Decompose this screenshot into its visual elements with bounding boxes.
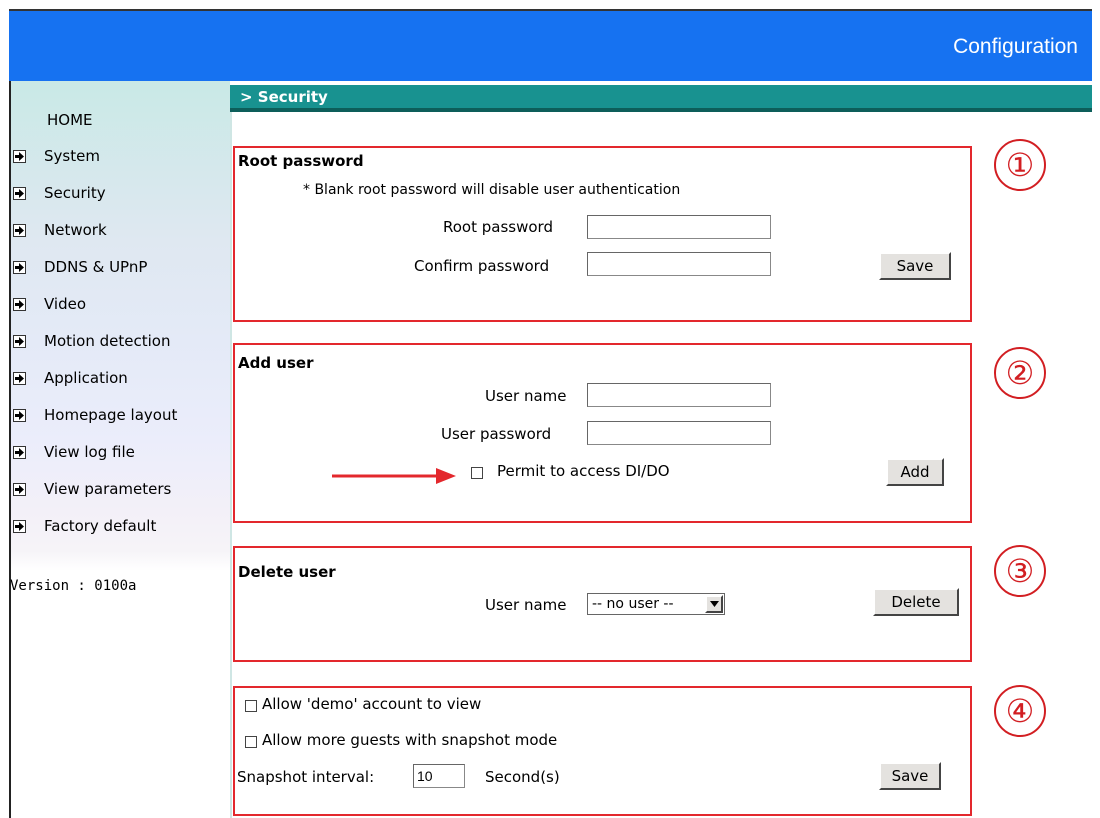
sidebar-item-label: Factory default <box>44 517 157 535</box>
allow-demo-label: Allow 'demo' account to view <box>262 695 482 713</box>
sidebar-item-video[interactable]: Video <box>13 292 86 316</box>
arrow-right-icon <box>13 519 26 533</box>
sidebar-item-factory-default[interactable]: Factory default <box>13 514 156 538</box>
delete-user-section: Delete user User name -- no user -- Dele… <box>233 546 972 662</box>
annotation-marker-4: ④ <box>994 685 1046 737</box>
allow-guests-label: Allow more guests with snapshot mode <box>262 731 558 749</box>
annotation-marker-2: ② <box>994 347 1046 399</box>
breadcrumb-label: > Security <box>240 88 328 106</box>
annotation-arrow-icon <box>332 468 456 484</box>
guest-save-button[interactable]: Save <box>879 762 941 790</box>
arrow-right-icon <box>13 334 26 348</box>
allow-guests-checkbox[interactable] <box>245 736 257 748</box>
user-password-input[interactable] <box>587 421 771 445</box>
delete-user-button[interactable]: Delete <box>873 588 959 616</box>
permit-dido-label: Permit to access DI/DO <box>497 462 670 480</box>
sidebar-item-label: Video <box>44 295 87 313</box>
sidebar-item-label: View log file <box>44 443 135 461</box>
user-password-label: User password <box>441 425 552 443</box>
allow-demo-checkbox[interactable] <box>245 700 257 712</box>
version-label: Version : 0100a <box>10 578 137 594</box>
snapshot-interval-unit: Second(s) <box>485 768 560 786</box>
sidebar-item-label: Homepage layout <box>44 406 178 424</box>
arrow-right-icon <box>13 482 26 496</box>
breadcrumb: > Security <box>230 85 1092 112</box>
arrow-right-icon <box>13 445 26 459</box>
sidebar-item-view-log-file[interactable]: View log file <box>13 440 135 464</box>
arrow-right-icon <box>13 260 26 274</box>
arrow-right-icon <box>13 186 26 200</box>
sidebar-item-homepage-layout[interactable]: Homepage layout <box>13 403 177 427</box>
sidebar-item-label: Network <box>44 221 107 239</box>
confirm-password-label: Confirm password <box>414 257 550 275</box>
guest-options-section: Allow 'demo' account to view Allow more … <box>233 686 972 816</box>
sidebar-item-motion-detection[interactable]: Motion detection <box>13 329 170 353</box>
sidebar-item-network[interactable]: Network <box>13 218 107 242</box>
snapshot-interval-label: Snapshot interval: <box>237 768 375 786</box>
sidebar-item-label: System <box>44 147 100 165</box>
sidebar-home-link[interactable]: HOME <box>47 111 93 129</box>
user-name-input[interactable] <box>587 383 771 407</box>
content-divider <box>230 112 232 818</box>
sidebar-item-security[interactable]: Security <box>13 181 106 205</box>
annotation-marker-1: ① <box>994 139 1046 191</box>
add-user-heading: Add user <box>238 354 314 372</box>
user-name-label: User name <box>485 387 567 405</box>
annotation-marker-3: ③ <box>994 545 1046 597</box>
arrow-right-icon <box>13 149 26 163</box>
page-title: Configuration <box>953 35 1078 58</box>
arrow-right-icon <box>13 371 26 385</box>
arrow-right-icon <box>13 297 26 311</box>
add-user-button[interactable]: Add <box>886 458 944 486</box>
sidebar-item-label: Motion detection <box>44 332 171 350</box>
arrow-right-icon <box>13 408 26 422</box>
sidebar-item-label: Security <box>44 184 106 202</box>
sidebar-item-view-parameters[interactable]: View parameters <box>13 477 171 501</box>
confirm-password-input[interactable] <box>587 252 771 276</box>
sidebar-item-label: Application <box>44 369 128 387</box>
arrow-right-icon <box>13 223 26 237</box>
add-user-section: Add user User name User password Permit … <box>233 343 972 523</box>
user-select-value: -- no user -- <box>592 596 674 612</box>
sidebar-item-label: DDNS & UPnP <box>44 258 148 276</box>
root-password-save-button[interactable]: Save <box>879 252 951 280</box>
delete-user-heading: Delete user <box>238 563 336 581</box>
user-select[interactable]: -- no user -- <box>587 593 725 615</box>
sidebar-item-ddns-upnp[interactable]: DDNS & UPnP <box>13 255 147 279</box>
sidebar-item-system[interactable]: System <box>13 144 100 168</box>
root-password-label: Root password <box>443 218 553 236</box>
header-bar: Configuration <box>9 9 1092 81</box>
snapshot-interval-input[interactable] <box>413 764 465 788</box>
sidebar: HOME System Security Network DDNS & UPnP Vid… <box>9 81 230 818</box>
root-password-input[interactable] <box>587 215 771 239</box>
sidebar-item-application[interactable]: Application <box>13 366 128 390</box>
root-password-heading: Root password <box>238 152 364 170</box>
sidebar-item-label: View parameters <box>44 480 172 498</box>
root-password-note: * Blank root password will disable user … <box>303 182 681 198</box>
permit-dido-checkbox[interactable] <box>471 467 483 479</box>
delete-user-name-label: User name <box>485 596 567 614</box>
root-password-section: Root password * Blank root password will… <box>233 146 972 322</box>
chevron-down-icon[interactable] <box>705 595 723 613</box>
